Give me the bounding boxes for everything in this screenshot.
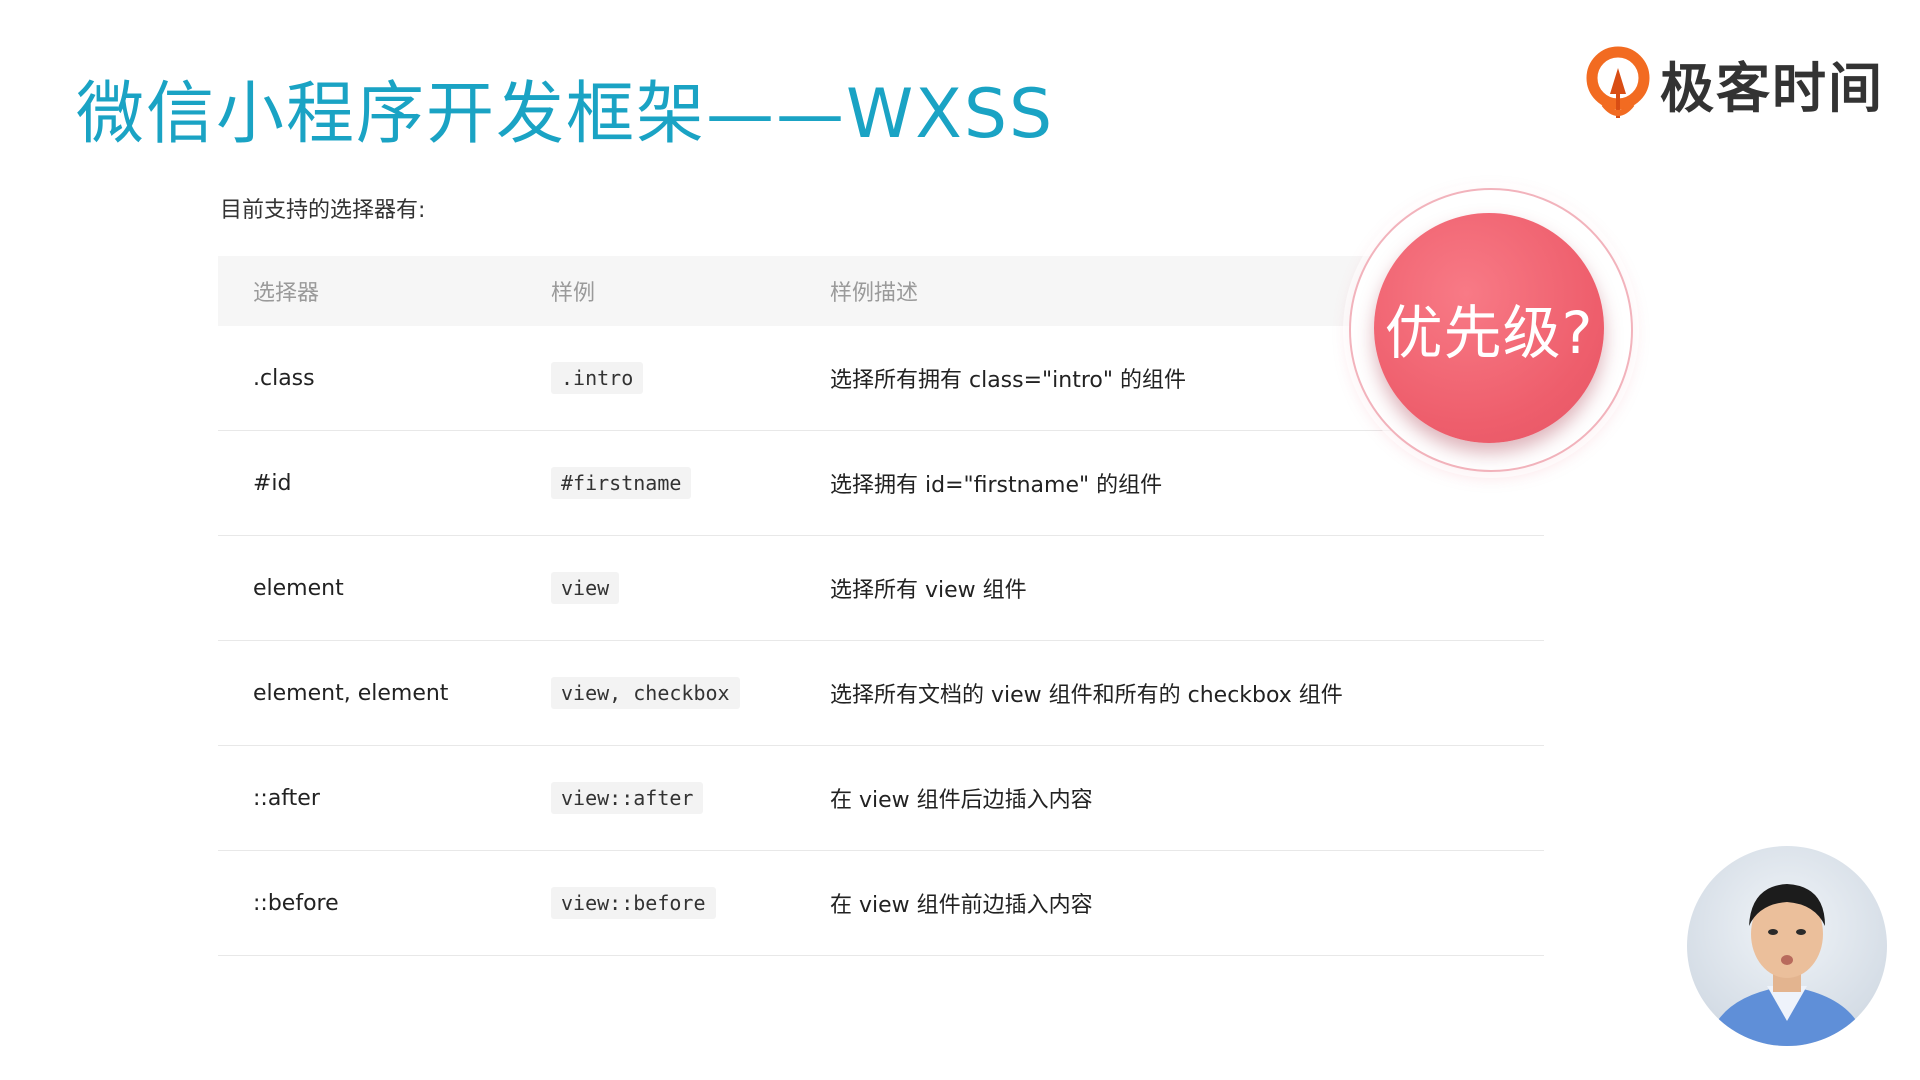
priority-callout: 优先级?	[1374, 213, 1604, 443]
slide-title: 微信小程序开发框架——WXSS	[76, 75, 1055, 154]
intro-text: 目前支持的选择器有:	[220, 198, 426, 223]
row-description: 在 view 组件前边插入内容	[830, 893, 1093, 918]
row-example-code: view, checkbox	[551, 677, 740, 709]
table-row: #id #firstname 选择拥有 id="firstname" 的组件	[218, 431, 1544, 536]
selector-table: 选择器 样例 样例描述 .class .intro 选择所有拥有 class="…	[218, 256, 1544, 956]
priority-callout-text: 优先级?	[1384, 299, 1594, 367]
table-row: element, element view, checkbox 选择所有文档的 …	[218, 641, 1544, 746]
row-selector: .class	[253, 365, 315, 391]
presenter-portrait-icon	[1707, 884, 1867, 1046]
row-description: 选择所有文档的 view 组件和所有的 checkbox 组件	[830, 683, 1343, 708]
table-row: .class .intro 选择所有拥有 class="intro" 的组件	[218, 326, 1544, 431]
row-description: 在 view 组件后边插入内容	[830, 788, 1093, 813]
row-example-code: view::after	[551, 782, 704, 814]
header-selector: 选择器	[253, 281, 320, 306]
table-header: 选择器 样例 样例描述	[218, 256, 1544, 326]
row-selector: element	[253, 575, 344, 601]
row-description: 选择拥有 id="firstname" 的组件	[830, 473, 1163, 498]
row-example-code: #firstname	[551, 467, 692, 499]
table-row: element view 选择所有 view 组件	[218, 536, 1544, 641]
row-example-code: view::before	[551, 887, 716, 919]
row-selector: ::after	[253, 785, 320, 811]
header-example: 样例	[551, 281, 596, 306]
row-selector: ::before	[253, 890, 339, 916]
row-example-code: .intro	[551, 362, 644, 394]
geektime-logo-icon	[1586, 46, 1650, 118]
table-row: ::after view::after 在 view 组件后边插入内容	[218, 746, 1544, 851]
brand-name: 极客时间	[1660, 57, 1884, 120]
table-row: ::before view::before 在 view 组件前边插入内容	[218, 851, 1544, 956]
brand: 极客时间	[1586, 44, 1884, 123]
row-description: 选择所有 view 组件	[830, 578, 1027, 603]
row-selector: element, element	[253, 680, 449, 706]
row-selector: #id	[253, 470, 292, 496]
row-example-code: view	[551, 572, 620, 604]
presenter-video-thumbnail	[1687, 846, 1887, 1046]
